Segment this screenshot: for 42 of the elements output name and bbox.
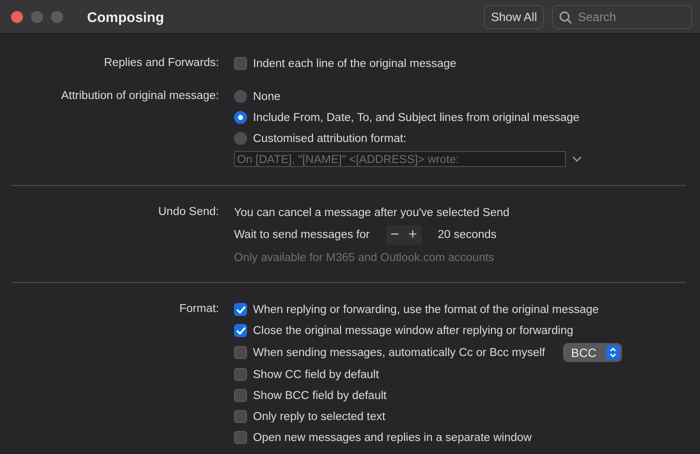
zoom-button[interactable] <box>51 10 63 22</box>
close-button[interactable] <box>11 10 23 22</box>
checkbox-label: Close the original message window after replying or forwarding <box>253 324 574 336</box>
checkbox-label: Show CC field by default <box>253 368 379 380</box>
checkbox-label: When sending messages, automatically Cc or Bcc myself <box>253 346 546 358</box>
checkbox-label: Open new messages and replies in a separate window <box>253 432 532 444</box>
checkbox[interactable] <box>234 410 247 423</box>
checkbox[interactable] <box>234 368 247 381</box>
chevron-icon[interactable] <box>572 156 582 162</box>
radio-label: Include From, Date, To, and Subject lines from original message <box>253 112 580 124</box>
checkbox-label: When replying or forwarding, use the format of the original message <box>253 304 599 316</box>
checkbox[interactable] <box>234 324 247 337</box>
note-text: Only available for M365 and Outlook.com accounts <box>234 252 494 264</box>
radio-button[interactable] <box>234 132 247 145</box>
search-icon <box>559 10 572 24</box>
radio-label: None <box>253 90 280 102</box>
checkbox[interactable] <box>234 303 247 316</box>
checkbox-label: Indent each line of the original message <box>253 58 456 70</box>
checkbox-label: Only reply to selected text <box>253 410 386 422</box>
checkbox[interactable] <box>234 389 247 402</box>
window-title: Composing <box>87 8 164 24</box>
radio-label: Customised attribution format: <box>253 132 406 144</box>
decrement-button[interactable]: − <box>386 225 404 245</box>
description-text: You can cancel a message after you've selected Send <box>234 206 510 218</box>
setting-label: Format: <box>179 302 219 317</box>
radio-button[interactable] <box>234 111 247 124</box>
stepper-value: 20 seconds <box>438 229 497 241</box>
search-field[interactable]: Search <box>552 4 692 28</box>
checkbox[interactable] <box>234 431 247 444</box>
stepper-label: Wait to send messages for <box>234 229 370 241</box>
setting-label: Replies and Forwards: <box>104 56 219 71</box>
setting-label: Attribution of original message: <box>61 89 219 104</box>
show-all-button[interactable]: Show All <box>484 4 544 28</box>
checkbox-label: Show BCC field by default <box>253 390 387 402</box>
minimize-button[interactable] <box>31 10 43 22</box>
popup-button[interactable]: BCC <box>563 343 622 362</box>
increment-button[interactable]: + <box>404 225 422 245</box>
up-down-arrows-icon[interactable] <box>606 345 620 360</box>
setting-label: Undo Send: <box>158 205 219 220</box>
checkbox[interactable] <box>234 346 247 359</box>
checkbox[interactable] <box>234 57 247 70</box>
radio-button[interactable] <box>234 90 247 103</box>
